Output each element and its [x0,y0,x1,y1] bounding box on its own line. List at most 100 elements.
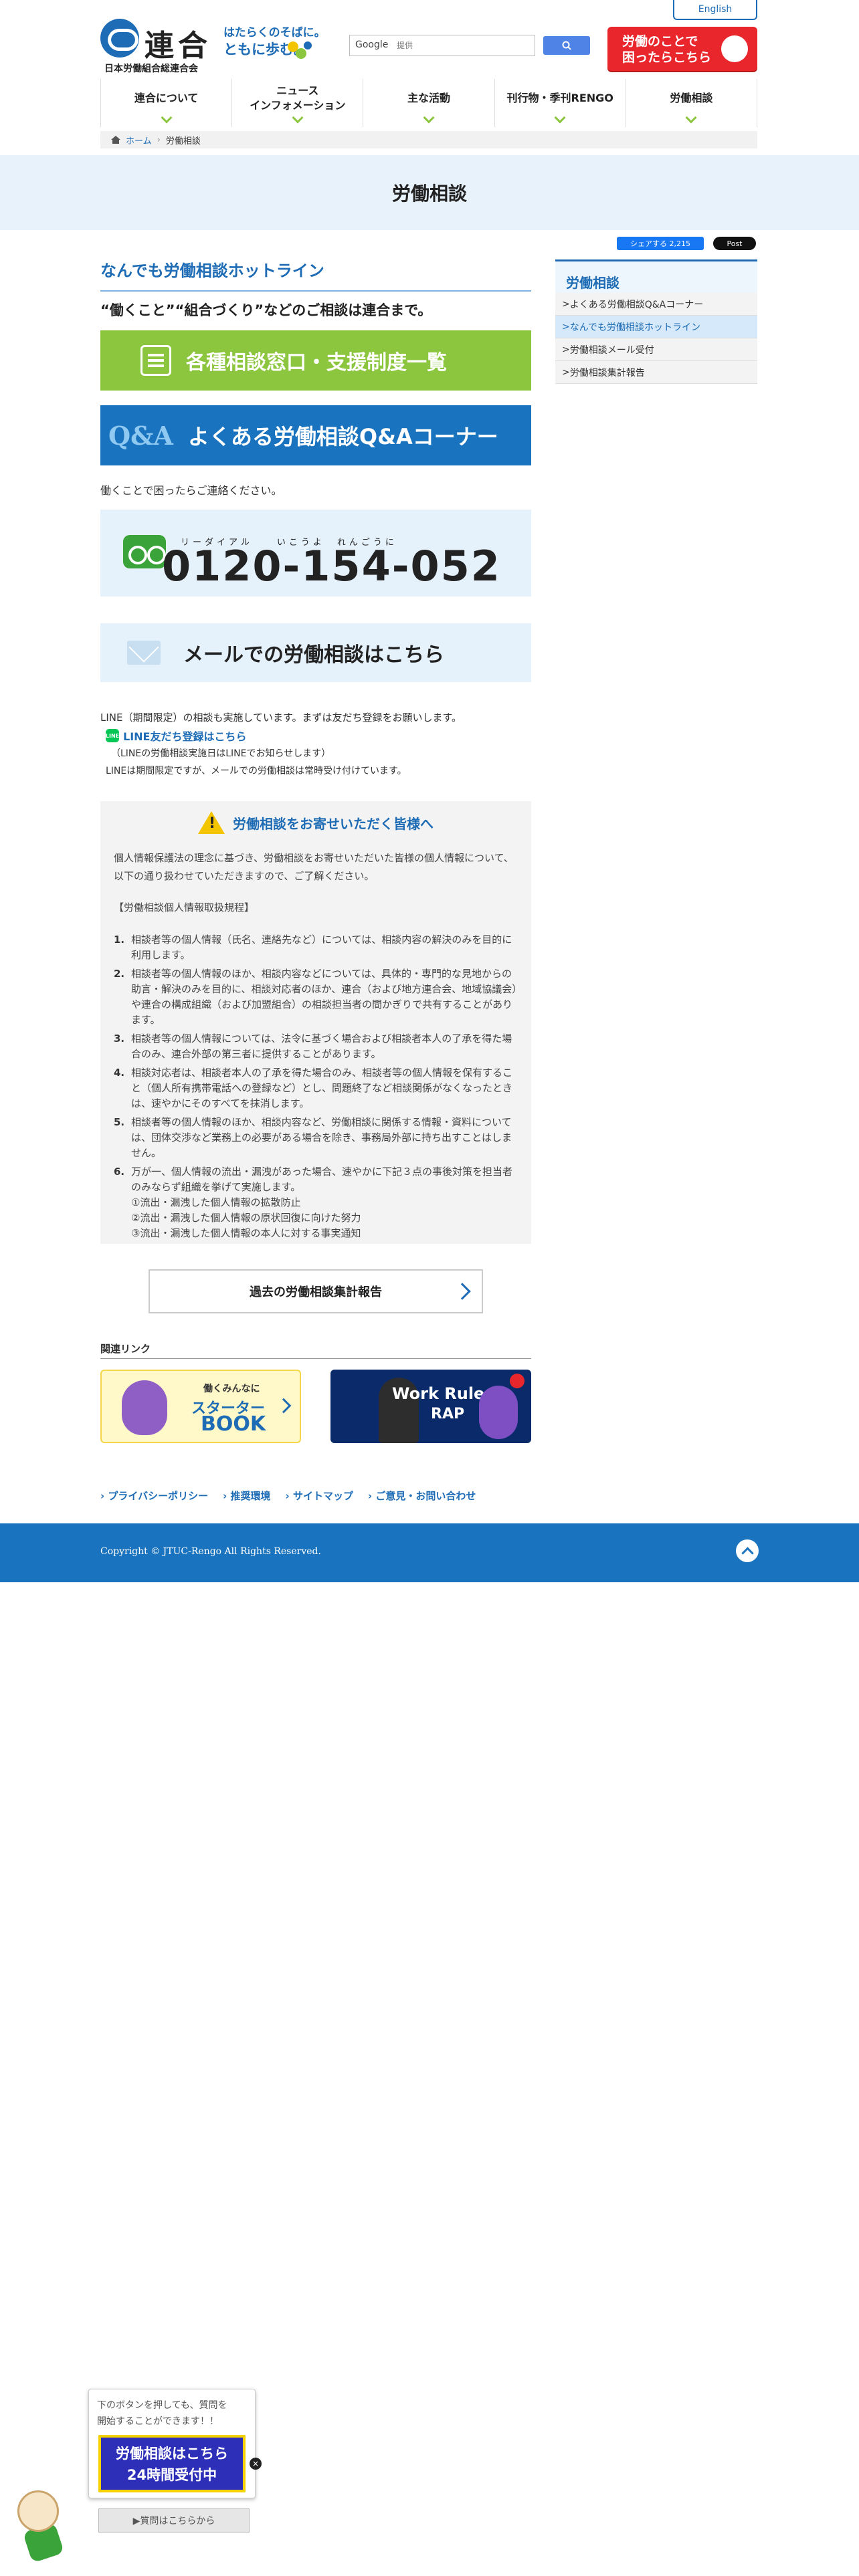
consult-windows-label: 各種相談窓口・支援制度一覧 [186,351,447,374]
footer-link-sitemap[interactable]: サイトマップ [286,1489,353,1503]
work-rule-rap-banner[interactable]: Work Rule RAP [330,1370,531,1443]
slogan-dots-icon [286,37,313,64]
list-item: 6. 万が一、個人情報の流出・漏洩があった場合、速やかに下記３点の事後対策を担当… [114,1166,513,1239]
footer-link-privacy[interactable]: プライバシーポリシー [100,1489,208,1503]
nav-activities[interactable]: 主な活動 [363,79,495,127]
breadcrumb-home[interactable]: ホーム [126,134,152,146]
free-dial-icon [123,535,166,568]
list-item: 5. 相談者等の個人情報のほか、相談内容など、労働相談に関係する情報・資料について… [114,1116,512,1159]
site-footer: Copyright © JTUC-Rengo All Rights Reserv… [0,1523,859,1582]
qa-corner-button[interactable]: Q&A よくある労働相談Q&Aコーナー [100,405,531,465]
x-post-button[interactable]: Post [713,237,756,250]
notice-intro: 個人情報保護法の理念に基づき、労働相談をお寄せいただいた皆様の個人情報について、… [114,852,514,882]
facebook-share-button[interactable]: シェアする 2,215 [617,237,704,250]
chevron-right-icon [454,1283,471,1300]
search-button[interactable] [543,36,590,55]
line-icon: LINE [106,729,119,742]
chevron-down-icon [292,112,304,124]
chevron-down-icon [685,112,697,124]
mascot-image [122,1380,167,1435]
past-report-label: 過去の労働相談集計報告 [250,1285,382,1299]
mail-phone-icon [721,35,748,62]
phone-hotline[interactable]: リーダイアル いこうよ れんごうに 0120-154-052 [100,510,531,597]
youtube-play-icon [510,1374,524,1388]
contact-text: 働くことで困ったらご連絡ください。 [100,484,282,497]
copyright: Copyright © JTUC-Rengo All Rights Reserv… [100,1546,321,1557]
consult-banner[interactable]: 労働のことで 困ったらこちら [607,27,757,71]
chevron-right-icon [276,1398,292,1414]
sidebar-item-report[interactable]: > 労働相談集計報告 [555,361,757,384]
warning-icon [198,811,225,834]
mail-icon [127,641,161,665]
home-icon [111,136,120,144]
breadcrumb-separator: › [157,134,161,145]
mascot-image [479,1386,518,1439]
google-label: Google [355,39,389,50]
footer-link-contact[interactable]: ご意見・お問い合わせ [368,1489,476,1503]
site-logo[interactable]: 連合 日本労働組合総連合会 [100,19,221,75]
breadcrumb: ホーム › 労働相談 [100,131,757,148]
nav-publications[interactable]: 刊行物・季刊RENGO [495,79,626,127]
line-register-link[interactable]: LINE LINE友だち登録はこちら [106,728,246,744]
chevron-down-icon [423,112,435,124]
site-header: English 連合 日本労働組合総連合会 はたらくのそばに。 ともに歩む。 G… [0,0,859,154]
footer-links: プライバシーポリシー 推奨環境 サイトマップ ご意見・お問い合わせ [100,1489,476,1503]
slogan: はたらくのそばに。 ともに歩む。 [223,23,326,64]
english-button[interactable]: English [673,0,757,20]
page-title: 労働相談 [391,183,467,205]
nav-news[interactable]: ニュース インフォメーション [232,79,364,127]
page-top-button[interactable] [736,1539,759,1562]
list-icon [140,345,171,376]
sidebar-title: 労働相談 [555,259,757,293]
related-links-title: 関連リンク [100,1341,531,1359]
list-item: 3. 相談者等の個人情報については、法令に基づく場合および相談者本人の了承を得た場… [114,1033,512,1060]
qa-corner-label: よくある労働相談Q&Aコーナー [187,424,498,449]
logo-subtitle: 日本労働組合総連合会 [104,64,198,74]
lead-text: “働くこと”“組合づくり”などのご相談は連合まで。 [100,302,432,318]
qa-icon: Q&A [108,420,173,451]
line-text: LINE（期間限定）の相談も実施しています。まずは友だち登録をお願いします。 [100,712,462,724]
rengo-logo-icon [100,19,139,58]
list-item: 1. 相談者等の個人情報（氏名、連絡先など）については、相談内容の解決のみを目的に… [114,934,512,961]
chevron-down-icon [554,112,566,124]
notice-list: 1. 相談者等の個人情報（氏名、連絡先など）については、相談内容の解決のみを目的に… [114,932,518,1245]
site-search: Google [349,35,590,56]
close-icon[interactable]: × [250,2458,262,2470]
past-report-button[interactable]: 過去の労働相談集計報告 [149,1269,483,1313]
sidebar: 労働相談 > よくある労働相談Q&Aコーナー > なんでも労働相談ホットライン > 労… [555,259,757,384]
chat-widget: 下のボタンを押しても、質問を 開始することができます！！ 労働相談はこちら 24… [88,2389,262,2533]
title-band: 労働相談 [0,155,859,230]
list-item: 4. 相談対応者は、相談者本人の了承を得た場合のみ、相談者等の個人情報を保有するこ… [114,1067,513,1109]
logo-name: 連合 [145,29,211,63]
list-item: 2. 相談者等の個人情報のほか、相談内容などについては、具体的・専門的な見地からの… [114,968,517,1026]
search-input[interactable] [397,38,531,53]
mail-consult-button[interactable]: メールでの労働相談はこちら [100,623,531,682]
chat-mascot-image [13,2490,65,2563]
search-icon [562,41,571,50]
line-register-label: LINE友だち登録はこちら [123,730,247,743]
consult-banner-text: 労働のことで 困ったらこちら [622,34,712,65]
nav-labor-consultation[interactable]: 労働相談 [626,79,758,127]
search-field[interactable]: Google [349,35,535,56]
breadcrumb-current: 労働相談 [165,136,201,146]
line-note: LINEは期間限定ですが、メールでの労働相談は常時受け付けています。 [106,766,407,776]
chat-start-button[interactable]: 労働相談はこちら 24時間受付中 [98,2435,246,2492]
notice-title: 労働相談をお寄せいただく皆様へ [100,809,531,836]
chevron-down-icon [161,112,173,124]
sidebar-item-mail[interactable]: > 労働相談メール受付 [555,338,757,361]
mail-consult-label: メールでの労働相談はこちら [183,643,444,667]
privacy-notice: 労働相談をお寄せいただく皆様へ 個人情報保護法の理念に基づき、労働相談をお寄せい… [100,801,531,1244]
section-title: なんでも労働相談ホットライン [100,261,531,292]
phone-number: 0120-154-052 [162,542,501,591]
nav-about[interactable]: 連合について [101,79,233,127]
global-nav: 連合について ニュース インフォメーション 主な活動 刊行物・季刊RENGO 労… [100,79,758,127]
chat-message: 下のボタンを押しても、質問を 開始することができます！！ [97,2400,227,2427]
footer-link-environment[interactable]: 推奨環境 [223,1489,270,1503]
line-note: （LINEの労働相談実施日はLINEでお知らせします） [111,748,331,759]
sidebar-item-hotline[interactable]: > なんでも労働相談ホットライン [555,316,757,338]
chat-question-button[interactable]: ▶質問はこちらから [98,2508,250,2533]
starter-book-banner[interactable]: 働くみんなに スターター BOOK [100,1370,301,1443]
sidebar-item-qa[interactable]: > よくある労働相談Q&Aコーナー [555,293,757,316]
notice-rules-title: 【労働相談個人情報取扱規程】 [114,901,255,914]
consult-windows-button[interactable]: 各種相談窓口・支援制度一覧 [100,330,531,391]
